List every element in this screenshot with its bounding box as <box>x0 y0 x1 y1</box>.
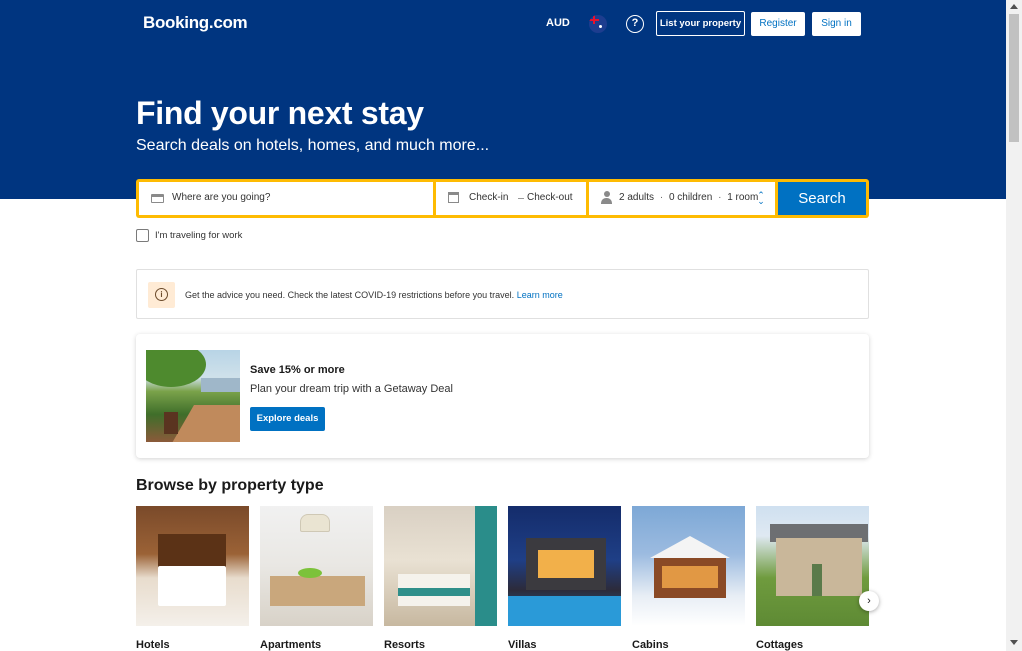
bed-icon <box>151 194 164 203</box>
destination-input[interactable]: Where are you going? <box>139 182 433 215</box>
booking-logo[interactable]: Booking.com <box>143 13 248 33</box>
info-icon: i <box>155 288 168 301</box>
register-button[interactable]: Register <box>751 12 805 36</box>
deal-image <box>146 350 240 442</box>
guests-selector[interactable]: 2 adults · 0 children · 1 room ⌃ ⌄ <box>589 182 775 215</box>
property-type-resorts[interactable]: Resorts <box>384 506 497 651</box>
person-head <box>603 191 610 197</box>
bed <box>158 566 226 606</box>
work-travel-label[interactable]: I'm traveling for work <box>155 230 242 241</box>
person-body <box>601 198 612 204</box>
guests-separator: · <box>718 192 722 203</box>
banner-text: Get the advice you need. Check the lates… <box>185 290 515 300</box>
flag-star <box>599 25 602 28</box>
scroll-up-arrow-icon[interactable] <box>1010 4 1018 9</box>
teal-wall <box>475 506 497 626</box>
dining-table <box>270 576 365 606</box>
chevron-right-icon[interactable]: › <box>859 591 879 611</box>
scroll-thumb[interactable] <box>1009 14 1019 142</box>
deal-image-trees <box>146 350 206 387</box>
scroll-down-arrow-icon[interactable] <box>1010 640 1018 645</box>
resorts-image[interactable] <box>384 506 497 626</box>
currency-selector[interactable]: AUD <box>546 17 570 29</box>
covid-banner: i Get the advice you need. Check the lat… <box>136 269 869 319</box>
property-type-label[interactable]: Hotels <box>136 639 170 651</box>
cabin-lights <box>662 566 718 588</box>
adults-count: 2 adults <box>619 192 655 203</box>
destination-placeholder: Where are you going? <box>172 192 271 203</box>
rooms-count: 1 room <box>727 192 759 203</box>
search-bar: Where are you going? Check-in Check-out … <box>136 179 869 218</box>
hotels-image[interactable] <box>136 506 249 626</box>
headboard <box>158 534 226 568</box>
property-type-label[interactable]: Resorts <box>384 639 425 651</box>
banner-icon-container: i <box>148 282 175 308</box>
deal-title: Save 15% or more <box>250 364 345 376</box>
search-button[interactable]: Search <box>778 182 866 215</box>
check-in-field[interactable]: Check-in <box>469 192 508 203</box>
property-type-villas[interactable]: Villas <box>508 506 621 651</box>
guests-separator: · <box>659 192 664 203</box>
banner-message: Get the advice you need. Check the lates… <box>185 290 563 300</box>
browse-section-title: Browse by property type <box>136 477 324 494</box>
person-icon <box>601 191 612 205</box>
cabin-roof <box>650 536 730 558</box>
work-travel-checkbox[interactable] <box>136 229 149 242</box>
hero-header: Booking.com AUD ? List your property Reg… <box>0 0 1006 199</box>
guests-summary: 2 adults · 0 children · 1 room <box>619 192 758 203</box>
explore-deals-button[interactable]: Explore deals <box>250 407 325 431</box>
date-separator <box>518 198 524 199</box>
cottage-door <box>812 564 822 596</box>
date-picker[interactable]: Check-in Check-out <box>436 182 586 215</box>
booking-home-page: Booking.com AUD ? List your property Reg… <box>0 0 1022 651</box>
deal-subtitle: Plan your dream trip with a Getaway Deal <box>250 383 453 395</box>
lamp <box>300 514 330 532</box>
check-out-field[interactable]: Check-out <box>527 192 573 203</box>
apartments-image[interactable] <box>260 506 373 626</box>
property-type-label[interactable]: Villas <box>508 639 537 651</box>
cabins-image[interactable] <box>632 506 745 626</box>
fruit-bowl <box>298 568 322 578</box>
villas-image[interactable] <box>508 506 621 626</box>
deal-image-path <box>168 405 240 442</box>
union-jack-canton <box>589 15 599 24</box>
page-scrollbar[interactable] <box>1006 0 1022 651</box>
hero-title: Find your next stay <box>136 95 424 131</box>
property-type-hotels[interactable]: Hotels <box>136 506 249 651</box>
property-type-label[interactable]: Cottages <box>756 639 803 651</box>
deal-image-bench <box>164 412 178 434</box>
sign-in-button[interactable]: Sign in <box>812 12 861 36</box>
bed-throw <box>398 588 470 596</box>
australia-flag-icon[interactable] <box>589 15 607 33</box>
property-type-label[interactable]: Cabins <box>632 639 669 651</box>
calendar-icon <box>448 192 459 203</box>
deal-image-city <box>201 378 240 392</box>
villa-windows <box>538 550 594 578</box>
help-icon[interactable]: ? <box>626 15 644 33</box>
list-property-button[interactable]: List your property <box>656 11 745 36</box>
cottages-image[interactable] <box>756 506 869 626</box>
villa-pool <box>508 596 621 626</box>
learn-more-link[interactable]: Learn more <box>517 290 563 300</box>
property-type-cabins[interactable]: Cabins <box>632 506 745 651</box>
children-count: 0 children <box>668 192 713 203</box>
hero-subtitle: Search deals on hotels, homes, and much … <box>136 137 490 154</box>
chevron-updown-icon: ⌃ ⌄ <box>757 190 765 206</box>
property-type-label[interactable]: Apartments <box>260 639 321 651</box>
property-type-apartments[interactable]: Apartments <box>260 506 373 651</box>
property-type-cottages[interactable]: Cottages <box>756 506 869 651</box>
getaway-deal-card: Save 15% or more Plan your dream trip wi… <box>136 334 869 458</box>
